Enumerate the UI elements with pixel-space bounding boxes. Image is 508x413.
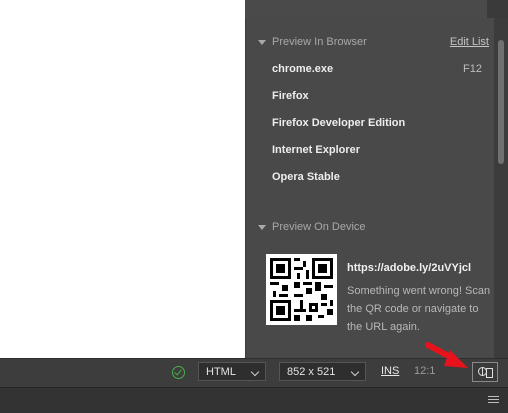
document-type-select[interactable]: HTML	[198, 362, 266, 381]
chevron-down-icon	[250, 367, 260, 377]
browser-item-opera[interactable]: Opera Stable	[272, 169, 482, 185]
browser-name: Firefox Developer Edition	[272, 117, 406, 129]
device-error-message: Something went wrong! Scan the QR code o…	[347, 285, 491, 333]
scrollbar-thumb[interactable]	[498, 40, 504, 164]
window-size-value: 852 x 521	[287, 366, 336, 378]
preview-panel: Preview In Browser Edit List chrome.exe …	[245, 18, 495, 358]
browser-item-firefox[interactable]: Firefox	[272, 88, 482, 104]
bottom-bar	[0, 387, 508, 413]
browser-shortcut: F12	[463, 63, 482, 75]
preview-in-browser-header[interactable]: Preview In Browser	[258, 34, 367, 50]
device-preview-button[interactable]	[472, 362, 498, 382]
toolbar-strip	[487, 0, 508, 18]
edit-list-link[interactable]: Edit List	[450, 34, 489, 50]
chevron-down-icon	[350, 367, 360, 377]
browser-name: Internet Explorer	[272, 144, 361, 156]
browser-item-internet-explorer[interactable]: Internet Explorer	[272, 142, 482, 158]
collapse-triangle-icon	[258, 224, 266, 230]
browser-name: Firefox	[272, 90, 309, 102]
collapse-triangle-icon	[258, 39, 266, 45]
browser-name: chrome.exe	[272, 63, 334, 75]
document-canvas[interactable]	[0, 0, 245, 358]
document-type-value: HTML	[206, 366, 236, 378]
red-arrow-annotation	[425, 342, 468, 368]
preview-on-device-title: Preview On Device	[272, 221, 366, 233]
panel-scrollbar[interactable]	[494, 18, 508, 358]
preview-on-device-header[interactable]: Preview On Device	[258, 219, 366, 235]
browser-item-firefox-developer[interactable]: Firefox Developer Edition	[272, 115, 482, 131]
device-preview-url[interactable]: https://adobe.ly/2uVYjcl	[347, 262, 471, 274]
qr-code	[266, 254, 337, 325]
browser-item-chrome[interactable]: chrome.exe F12	[272, 61, 482, 77]
hamburger-icon[interactable]	[488, 396, 499, 405]
phone-icon	[486, 368, 493, 378]
preview-in-browser-title: Preview In Browser	[272, 36, 367, 48]
browser-name: Opera Stable	[272, 171, 340, 183]
window-size-select[interactable]: 852 x 521	[279, 362, 366, 381]
check-circle-icon[interactable]	[172, 366, 185, 379]
insert-mode-toggle[interactable]: INS	[381, 365, 399, 377]
